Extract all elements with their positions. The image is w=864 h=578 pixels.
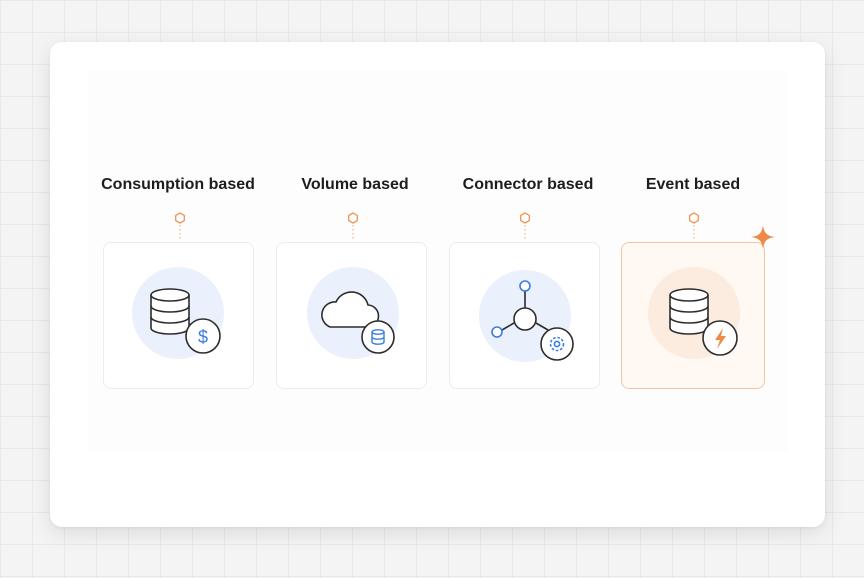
- tile-event-based[interactable]: [621, 242, 765, 389]
- canvas-background: { "columns": [ {"title": "Consumption ba…: [0, 0, 864, 578]
- tile-volume-based[interactable]: [276, 242, 427, 389]
- connector-volume: [348, 212, 358, 241]
- network-gear-icon: [479, 270, 574, 362]
- database-dollar-icon: $: [132, 267, 224, 359]
- sparkle-icon: [751, 225, 775, 249]
- column-title-event: Event based: [645, 176, 741, 193]
- cloud-database-icon: [307, 267, 399, 359]
- tile-connector-based[interactable]: [449, 242, 600, 389]
- column-title-volume: Volume based: [301, 176, 409, 193]
- connector-event: [689, 212, 699, 241]
- tile-consumption-based[interactable]: $: [103, 242, 254, 389]
- connector-connector: [520, 212, 530, 241]
- connector-consumption: [175, 212, 185, 241]
- dollar-badge: $: [198, 327, 208, 347]
- database-lightning-icon: [648, 267, 740, 359]
- column-title-connector: Connector based: [462, 176, 594, 193]
- column-title-consumption: Consumption based: [101, 176, 255, 193]
